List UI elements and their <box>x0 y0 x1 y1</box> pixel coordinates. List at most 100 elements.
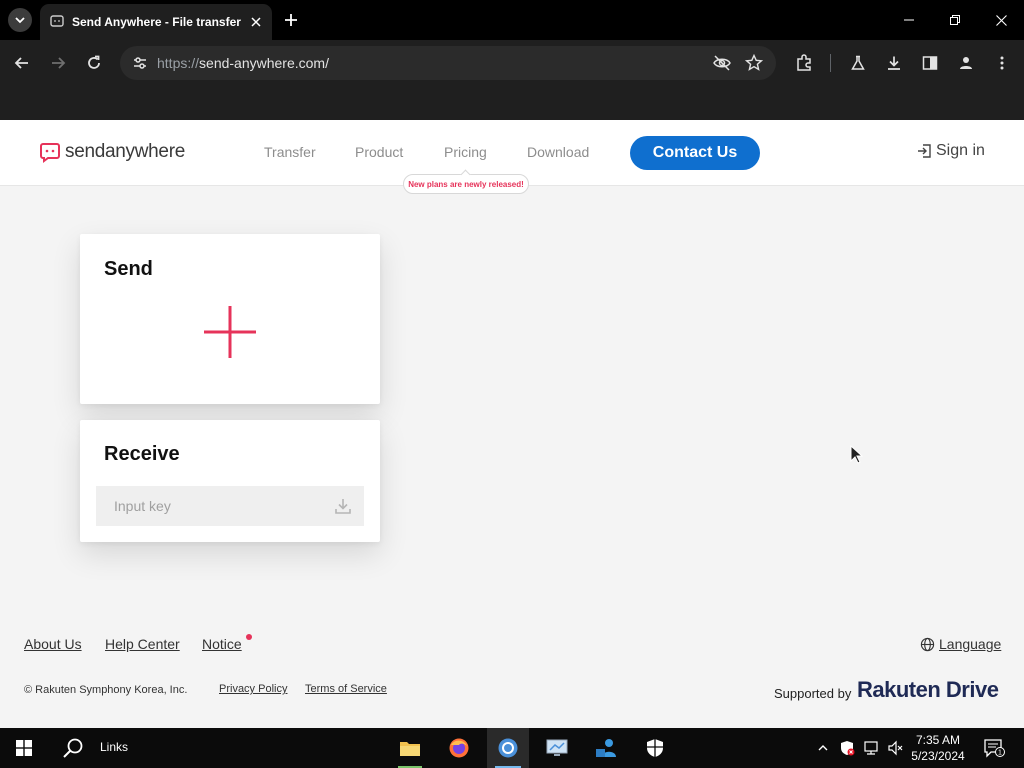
clock-time: 7:35 AM <box>915 733 961 747</box>
taskbar-file-explorer[interactable] <box>390 728 430 768</box>
address-bar[interactable]: https://send-anywhere.com/ <box>120 46 776 80</box>
bookmark-button[interactable] <box>742 51 766 75</box>
taskbar-people-app[interactable] <box>586 728 626 768</box>
labs-button[interactable] <box>846 51 870 75</box>
download-icon <box>888 56 900 70</box>
receive-key-box <box>96 486 364 526</box>
toolbar-separator <box>830 54 831 72</box>
site-header: sendanywhere Transfer Product Pricing Do… <box>0 120 1024 194</box>
firefox-icon <box>449 738 469 758</box>
profile-button[interactable] <box>954 51 978 75</box>
send-card: Send <box>80 234 380 404</box>
bookmark-bar <box>0 86 1024 120</box>
network-icon <box>864 741 878 755</box>
tray-volume[interactable] <box>885 738 905 758</box>
more-vertical-icon <box>1000 56 1004 70</box>
forward-button[interactable] <box>46 51 70 75</box>
url-protocol: https:// <box>157 55 200 71</box>
folder-icon <box>400 742 420 756</box>
eye-off-icon <box>713 55 731 71</box>
taskbar-search-button[interactable] <box>56 728 90 768</box>
reload-button[interactable] <box>82 51 106 75</box>
logo-wordmark: sendanywhere <box>65 141 185 162</box>
downloads-button[interactable] <box>882 51 906 75</box>
tray-network[interactable] <box>861 738 881 758</box>
search-icon <box>63 738 83 758</box>
sign-in-icon <box>918 144 931 158</box>
extensions-button[interactable] <box>792 51 816 75</box>
start-button[interactable] <box>4 728 44 768</box>
puzzle-icon <box>797 54 811 71</box>
rakuten-drive-logo[interactable]: Rakuten Drive <box>857 677 999 703</box>
receive-key-input[interactable] <box>96 486 326 526</box>
arrow-left-icon <box>14 57 28 69</box>
nav-transfer[interactable]: Transfer <box>264 144 316 160</box>
contact-us-button[interactable]: Contact Us <box>630 136 760 170</box>
star-icon <box>745 54 763 71</box>
flask-icon <box>851 55 865 70</box>
shield-alert-icon <box>841 741 855 756</box>
send-anywhere-logo-icon <box>40 143 60 163</box>
clock-date: 5/23/2024 <box>911 749 965 763</box>
tab-search-button[interactable] <box>8 8 32 32</box>
monitor-icon <box>546 739 568 756</box>
new-tab-button[interactable] <box>281 10 301 30</box>
notice-unread-dot <box>246 634 252 640</box>
volume-muted-icon <box>888 740 903 756</box>
tray-show-hidden-button[interactable] <box>813 738 833 758</box>
pricing-badge: New plans are newly released! <box>403 174 529 194</box>
supported-by-text: Supported by <box>774 686 852 701</box>
restore-button[interactable] <box>932 0 978 40</box>
back-button[interactable] <box>10 51 34 75</box>
send-anywhere-favicon-icon <box>50 15 64 27</box>
download-icon[interactable] <box>334 497 352 515</box>
taskbar-security[interactable] <box>635 728 675 768</box>
add-files-plus-icon[interactable] <box>204 306 256 358</box>
url-host: send-anywhere.com/ <box>199 55 329 71</box>
nav-product[interactable]: Product <box>355 144 403 160</box>
language-label: Language <box>939 636 1002 652</box>
action-center-button[interactable]: 1 <box>982 738 1006 758</box>
browser-tab-active[interactable]: Send Anywhere - File transfer <box>40 4 272 40</box>
privacy-policy-link[interactable]: Privacy Policy <box>219 683 287 695</box>
close-window-button[interactable] <box>978 0 1024 40</box>
site-logo[interactable]: sendanywhere <box>39 141 185 163</box>
minimize-button[interactable] <box>886 0 932 40</box>
notification-icon: 1 <box>984 739 1005 758</box>
sign-in-label: Sign in <box>936 142 985 159</box>
tray-security-alert[interactable] <box>837 738 857 758</box>
chevron-down-icon <box>15 17 25 24</box>
taskbar-links-label[interactable]: Links <box>100 740 128 754</box>
taskbar-firefox[interactable] <box>439 728 479 768</box>
browser-toolbar: https://send-anywhere.com/ <box>0 40 1024 86</box>
taskbar-clock[interactable]: 7:35 AM 5/23/2024 <box>910 732 966 764</box>
browser-menu-button[interactable] <box>990 51 1014 75</box>
windows-logo-icon <box>16 740 32 756</box>
tune-icon <box>134 57 146 69</box>
shield-icon <box>647 739 663 757</box>
side-panel-icon <box>922 56 938 70</box>
nav-pricing[interactable]: Pricing <box>444 144 487 160</box>
plus-icon <box>285 14 297 26</box>
footer-about-link[interactable]: About Us <box>24 636 82 652</box>
sign-in-link[interactable]: Sign in <box>917 142 985 160</box>
globe-icon <box>920 637 935 651</box>
footer-help-link[interactable]: Help Center <box>105 636 180 652</box>
nav-download[interactable]: Download <box>527 144 589 160</box>
language-selector[interactable]: Language <box>920 636 1001 652</box>
notification-count: 1 <box>998 750 1002 757</box>
taskbar-remote-desktop[interactable] <box>537 728 577 768</box>
footer-notice-link[interactable]: Notice <box>202 636 242 652</box>
reload-icon <box>88 55 100 69</box>
tracking-protection-button[interactable] <box>710 51 734 75</box>
terms-of-service-link[interactable]: Terms of Service <box>305 683 387 695</box>
copyright-text: © Rakuten Symphony Korea, Inc. <box>24 684 188 696</box>
taskbar-chrome[interactable] <box>487 728 529 768</box>
tab-close-button[interactable] <box>248 14 264 30</box>
arrow-right-icon <box>52 57 66 69</box>
restore-icon <box>950 15 960 25</box>
url-text: https://send-anywhere.com/ <box>157 55 329 71</box>
side-panel-button[interactable] <box>918 51 942 75</box>
minimize-icon <box>904 19 914 21</box>
site-info-button[interactable] <box>128 51 152 75</box>
